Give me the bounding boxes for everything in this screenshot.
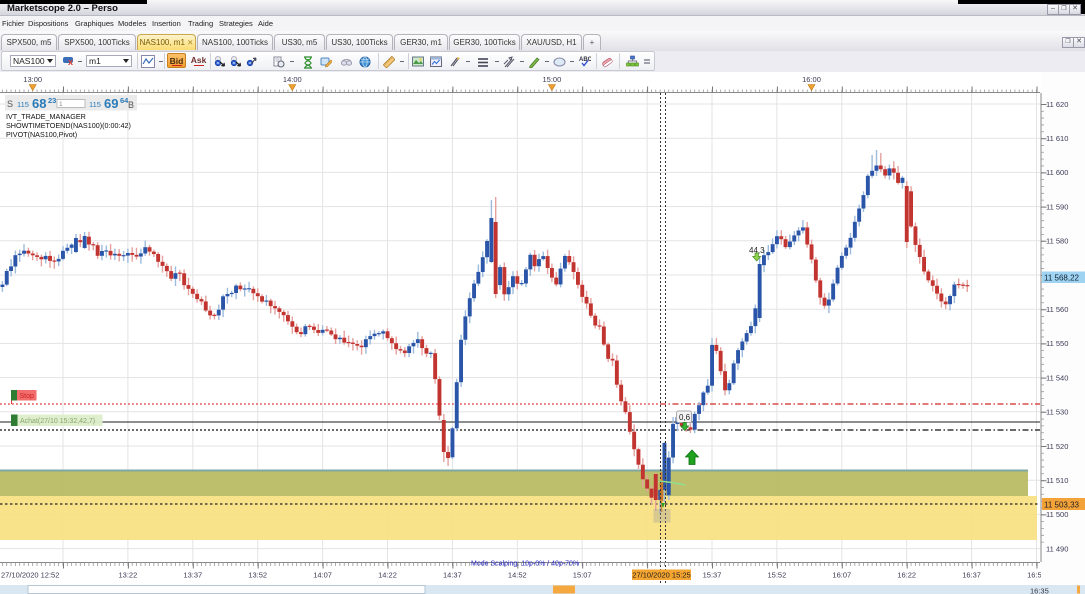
svg-text:Achat(27/10 15:32,42,7): Achat(27/10 15:32,42,7) bbox=[20, 418, 95, 425]
svg-text:11 580: 11 580 bbox=[1046, 237, 1068, 246]
svg-text:68: 68 bbox=[32, 96, 46, 111]
svg-text:B: B bbox=[128, 100, 134, 110]
svg-text:69: 69 bbox=[104, 96, 118, 111]
svg-text:11 600: 11 600 bbox=[1046, 168, 1068, 177]
svg-text:11 560: 11 560 bbox=[1046, 305, 1068, 314]
svg-text:11 590: 11 590 bbox=[1046, 202, 1068, 211]
svg-text:16:22: 16:22 bbox=[897, 571, 916, 580]
svg-text:15:00: 15:00 bbox=[543, 75, 562, 84]
svg-text:11 490: 11 490 bbox=[1046, 544, 1068, 553]
svg-text:15:52: 15:52 bbox=[768, 571, 787, 580]
svg-text:13:37: 13:37 bbox=[183, 571, 202, 580]
svg-text:16:00: 16:00 bbox=[802, 75, 821, 84]
svg-text:14:22: 14:22 bbox=[378, 571, 397, 580]
svg-text:27/10/2020 12:52: 27/10/2020 12:52 bbox=[1, 571, 59, 580]
svg-text:S: S bbox=[7, 99, 13, 109]
svg-text:11 520: 11 520 bbox=[1046, 442, 1068, 451]
svg-text:11 500: 11 500 bbox=[1046, 510, 1068, 519]
svg-text:11 510: 11 510 bbox=[1046, 476, 1068, 485]
svg-text:1: 1 bbox=[59, 101, 63, 108]
svg-text:11 568,22: 11 568,22 bbox=[1044, 274, 1080, 283]
svg-text:115: 115 bbox=[17, 100, 29, 109]
svg-text:11 530: 11 530 bbox=[1046, 408, 1068, 417]
svg-text:11 540: 11 540 bbox=[1046, 373, 1068, 382]
svg-text:13:52: 13:52 bbox=[248, 571, 267, 580]
svg-text:11 620: 11 620 bbox=[1046, 100, 1068, 109]
svg-text:115: 115 bbox=[89, 100, 101, 109]
svg-text:11 550: 11 550 bbox=[1046, 339, 1068, 348]
svg-text:14:00: 14:00 bbox=[283, 75, 302, 84]
svg-text:Stop: Stop bbox=[20, 393, 35, 400]
svg-text:16:35: 16:35 bbox=[1030, 587, 1049, 594]
svg-text:SHOWTIMETOEND(NAS100)(0:00:42): SHOWTIMETOEND(NAS100)(0:00:42) bbox=[6, 121, 131, 130]
svg-text:0,6: 0,6 bbox=[679, 413, 691, 422]
svg-text:Mode Scalping: 10p-0% / 40p-70: Mode Scalping: 10p-0% / 40p-70% bbox=[471, 561, 579, 568]
svg-text:11 503,33: 11 503,33 bbox=[1044, 501, 1080, 510]
svg-text:IVT_TRADE_MANAGER: IVT_TRADE_MANAGER bbox=[6, 112, 86, 121]
svg-text:ABC: ABC bbox=[579, 57, 591, 63]
svg-text:14:07: 14:07 bbox=[313, 571, 332, 580]
svg-text:11 610: 11 610 bbox=[1046, 134, 1068, 143]
svg-text:27/10/2020 15:25: 27/10/2020 15:25 bbox=[632, 571, 690, 580]
svg-text:13:00: 13:00 bbox=[23, 75, 42, 84]
svg-text:15:37: 15:37 bbox=[703, 571, 722, 580]
svg-text:23: 23 bbox=[48, 96, 56, 105]
svg-text:16:37: 16:37 bbox=[962, 571, 981, 580]
svg-text:16:07: 16:07 bbox=[832, 571, 851, 580]
svg-text:14:52: 14:52 bbox=[508, 571, 527, 580]
svg-text:14:37: 14:37 bbox=[443, 571, 462, 580]
svg-text:13:22: 13:22 bbox=[119, 571, 138, 580]
svg-text:PIVOT(NAS100,Pivot): PIVOT(NAS100,Pivot) bbox=[6, 130, 77, 139]
svg-text:15:07: 15:07 bbox=[573, 571, 592, 580]
